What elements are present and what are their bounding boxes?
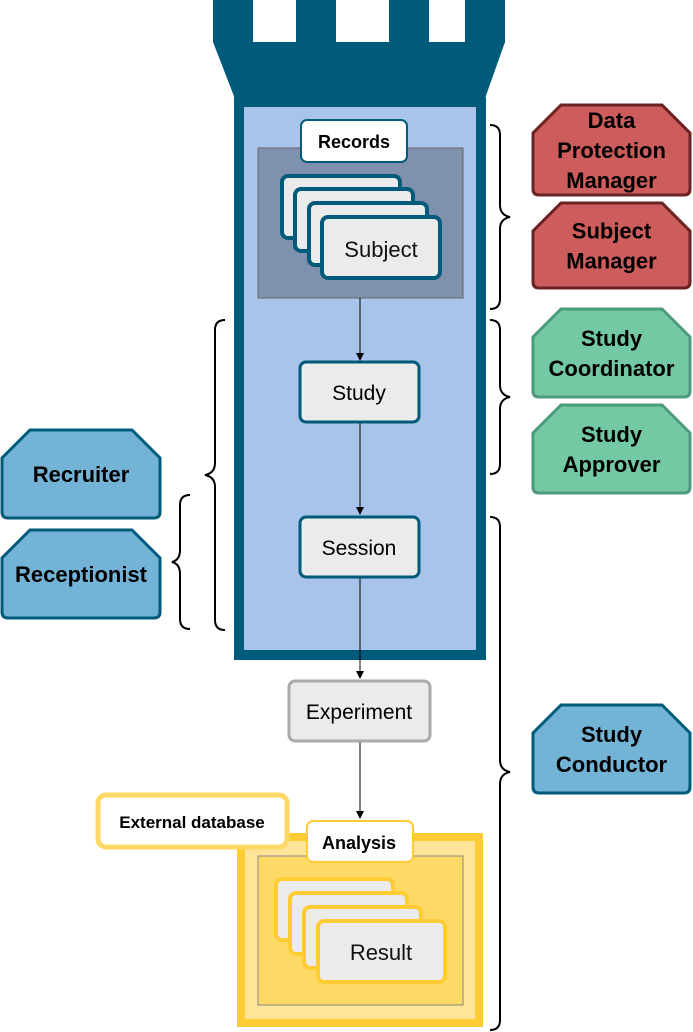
records-label: Records <box>318 132 390 152</box>
diagram: Records Subject Study Session Experiment… <box>0 0 692 1031</box>
session-node[interactable]: Session <box>298 515 421 579</box>
external-database-label: External database <box>119 813 265 832</box>
role-label: Recruiter <box>33 462 130 487</box>
role-recruiter[interactable]: Recruiter <box>0 428 162 520</box>
result-label: Result <box>350 940 412 965</box>
session-label: Session <box>322 537 397 560</box>
role-label: Receptionist <box>15 562 148 587</box>
role-label: Subject <box>572 219 652 244</box>
role-label: Protection <box>557 138 666 163</box>
external-database-box[interactable]: External database <box>95 792 290 850</box>
role-label: Study <box>581 326 643 351</box>
analysis-label-box: Analysis <box>306 820 414 863</box>
role-label: Manager <box>566 168 657 193</box>
experiment-label: Experiment <box>306 701 412 724</box>
role-label: Conductor <box>556 752 668 777</box>
study-node[interactable]: Study <box>298 360 421 424</box>
role-label: Manager <box>566 249 657 274</box>
role-label: Study <box>581 422 643 447</box>
role-label: Coordinator <box>549 356 675 381</box>
study-label: Study <box>332 382 386 405</box>
experiment-node[interactable]: Experiment <box>287 679 432 743</box>
records-label-box: Records <box>300 119 408 163</box>
role-label: Data <box>588 108 636 133</box>
role-label: Approver <box>563 452 661 477</box>
role-dpm[interactable]: Data Protection Manager <box>531 103 692 197</box>
role-study-coordinator[interactable]: Study Coordinator <box>531 307 692 399</box>
subject-label: Subject <box>344 237 417 262</box>
role-study-conductor[interactable]: Study Conductor <box>531 703 692 795</box>
role-subject-manager[interactable]: Subject Manager <box>531 201 692 290</box>
role-receptionist[interactable]: Receptionist <box>0 528 162 620</box>
role-study-approver[interactable]: Study Approver <box>531 403 692 495</box>
role-label: Study <box>581 722 643 747</box>
analysis-label: Analysis <box>322 833 396 853</box>
